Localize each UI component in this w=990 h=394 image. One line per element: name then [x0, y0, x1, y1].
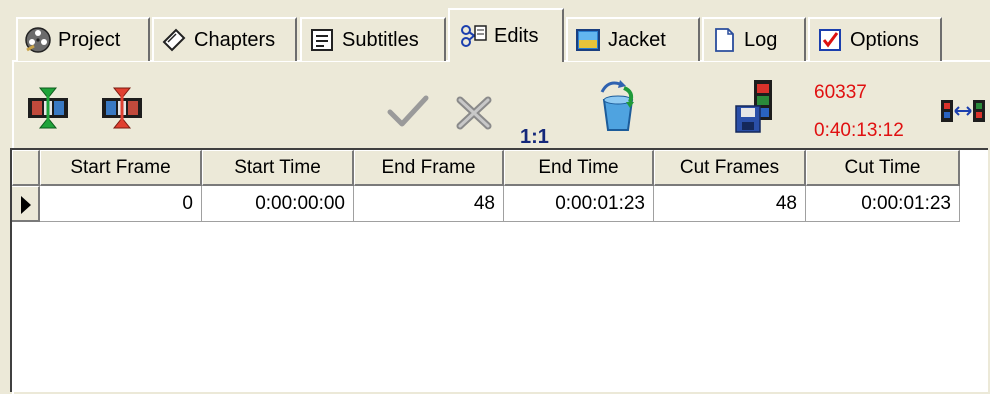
cell-start-time[interactable]: 0:00:00:00	[202, 186, 354, 222]
cell-end-time[interactable]: 0:00:01:23	[504, 186, 654, 222]
total-time-value: 0:40:13:12	[814, 120, 904, 141]
row-indicator[interactable]	[12, 186, 40, 222]
tab-chapters[interactable]: Chapters	[152, 17, 297, 61]
tab-label: Subtitles	[342, 28, 419, 51]
grid-header: Start Frame Start Time End Frame End Tim…	[12, 150, 988, 186]
tab-subtitles[interactable]: Subtitles	[300, 17, 446, 61]
tab-label: Options	[850, 28, 919, 51]
column-header-cut-time[interactable]: Cut Time	[806, 150, 960, 186]
header-indicator-cell	[12, 150, 40, 186]
tab-jacket[interactable]: Jacket	[566, 17, 700, 61]
column-header-end-time[interactable]: End Time	[504, 150, 654, 186]
column-header-start-frame[interactable]: Start Frame	[40, 150, 202, 186]
checkmark-icon[interactable]	[386, 94, 430, 130]
edits-toolbar: 1:1 60337 0:40:13:12	[14, 68, 990, 150]
tab-label: Log	[744, 28, 778, 51]
film-reel-icon	[25, 27, 51, 53]
table-row[interactable]: 0 0:00:00:00 48 0:00:01:23 48 0:00:01:23	[12, 186, 988, 222]
jacket-image-icon	[576, 29, 600, 51]
total-frames-value: 60337	[814, 82, 867, 103]
remove-cut-icon[interactable]	[100, 86, 144, 130]
tab-label: Jacket	[608, 28, 666, 51]
tab-label: Chapters	[194, 28, 276, 51]
column-header-cut-frames[interactable]: Cut Frames	[654, 150, 806, 186]
column-header-start-time[interactable]: Start Time	[202, 150, 354, 186]
tab-strip: Project Chapters Subtitles Edits Jacket …	[0, 0, 990, 62]
fit-range-icon[interactable]	[940, 98, 986, 124]
cell-cut-frames[interactable]: 48	[654, 186, 806, 222]
cancel-x-icon[interactable]	[454, 94, 494, 132]
recycle-bin-icon[interactable]	[594, 78, 642, 132]
cell-end-frame[interactable]: 48	[354, 186, 504, 222]
chapter-tag-icon	[162, 28, 186, 52]
current-row-arrow-icon	[21, 196, 31, 214]
tab-project[interactable]: Project	[16, 17, 150, 61]
tab-options[interactable]: Options	[808, 17, 942, 61]
save-edits-icon[interactable]	[732, 78, 776, 134]
add-cut-icon[interactable]	[26, 86, 70, 130]
checkbox-icon	[819, 29, 841, 51]
cell-cut-time[interactable]: 0:00:01:23	[806, 186, 960, 222]
tab-log[interactable]: Log	[702, 17, 806, 61]
edits-grid: Start Frame Start Time End Frame End Tim…	[10, 148, 988, 392]
subtitles-doc-icon	[311, 29, 333, 51]
ratio-label[interactable]: 1:1	[520, 126, 549, 149]
tab-label: Edits	[494, 24, 539, 47]
scissors-doc-icon	[461, 25, 487, 47]
tab-label: Project	[58, 28, 121, 51]
tab-edits[interactable]: Edits	[448, 8, 564, 62]
cell-start-frame[interactable]: 0	[40, 186, 202, 222]
log-page-icon	[715, 28, 734, 52]
column-header-end-frame[interactable]: End Frame	[354, 150, 504, 186]
